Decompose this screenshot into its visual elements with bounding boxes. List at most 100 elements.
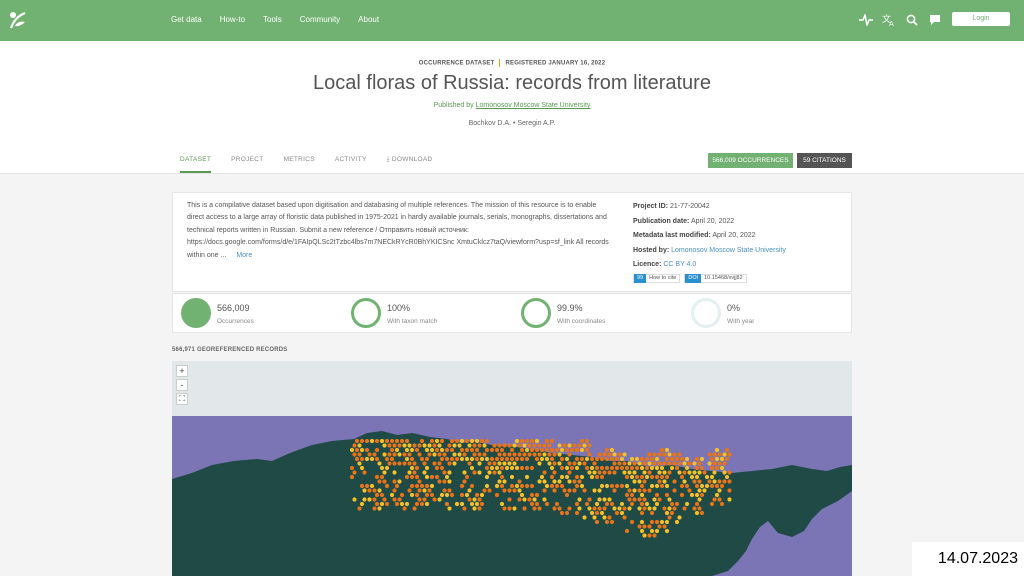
hexbin-cell — [592, 506, 597, 511]
hexbin-cell — [632, 488, 637, 493]
doi-link[interactable]: DOI 10.15468/xvjj82 — [684, 273, 747, 283]
translate-icon[interactable]: 文A — [881, 12, 897, 28]
hexbin-cell — [484, 483, 490, 489]
stat-value: 566,009 — [217, 303, 250, 313]
publisher-link[interactable]: Lomonosov Moscow State University — [476, 102, 591, 109]
hexbin-cell — [359, 447, 365, 453]
hexbin-cell — [549, 456, 555, 462]
hexbin-cell — [632, 470, 637, 475]
hexbin-cell — [394, 447, 400, 453]
hexbin-cell — [499, 447, 505, 453]
hexbin-cell — [417, 479, 422, 484]
hexbin-cell — [587, 470, 592, 475]
hexbin-cell — [657, 497, 662, 502]
hexbin-cell — [654, 474, 660, 480]
hexbin-cell — [404, 438, 410, 444]
hexbin-cell — [529, 492, 535, 498]
hexbin-cell — [624, 465, 630, 471]
hexbin-cell — [502, 443, 507, 448]
nav-link-about[interactable]: About — [358, 15, 379, 24]
hexbin-cell — [587, 443, 592, 448]
hexbin-cell — [664, 474, 670, 480]
tab-project[interactable]: PROJECT — [231, 156, 263, 173]
hexbin-cell — [374, 438, 380, 444]
how-to-cite-button[interactable]: 99 How to cite — [633, 273, 681, 283]
hexbin-cell — [524, 456, 530, 462]
tab-metrics[interactable]: METRICS — [284, 156, 315, 173]
hexbin-cell — [399, 492, 405, 498]
hexbin-cell — [512, 506, 517, 511]
hexbin-cell — [462, 470, 467, 475]
hexbin-cell — [454, 438, 460, 444]
hexbin-cell — [637, 497, 642, 502]
hexbin-cell — [612, 470, 617, 475]
hexbin-cell — [447, 470, 452, 475]
hosted-by-link[interactable]: Lomonosov Moscow State University — [671, 247, 786, 254]
chat-icon[interactable] — [927, 12, 943, 28]
hexbin-cell — [704, 483, 710, 489]
hexbin-cell — [567, 470, 572, 475]
hexbin-cell — [572, 443, 577, 448]
hexbin-cell — [527, 452, 532, 457]
tab-dataset[interactable]: DATASET — [180, 156, 212, 173]
nav-link-get-data[interactable]: Get data — [171, 15, 202, 24]
hexbin-cell — [474, 438, 480, 444]
hexbin-cell — [372, 506, 377, 511]
page-title: Local floras of Russia: records from lit… — [313, 72, 711, 94]
gbif-logo[interactable] — [8, 8, 28, 32]
nav-link-tools[interactable]: Tools — [263, 15, 282, 24]
hexbin-cell — [597, 506, 602, 511]
hexbin-cell — [664, 483, 670, 489]
hexbin-cell — [377, 461, 382, 466]
zoom-out-button[interactable]: - — [176, 379, 188, 391]
hexbin-cell — [712, 452, 717, 457]
zoom-in-button[interactable]: + — [176, 365, 188, 377]
fullscreen-button[interactable]: ⛶ — [176, 393, 188, 405]
hexbin-cell — [567, 506, 572, 511]
hexbin-cell — [677, 470, 682, 475]
hexbin-cell — [409, 492, 415, 498]
nav-link-how-to[interactable]: How-to — [220, 15, 245, 24]
hexbin-cell — [627, 470, 632, 475]
licence-label: Licence: — [633, 261, 662, 268]
hexbin-cell — [429, 483, 435, 489]
hexbin-cell — [727, 497, 732, 502]
nav-link-community[interactable]: Community — [300, 15, 340, 24]
hexbin-cell — [399, 501, 405, 507]
hexbin-cell — [412, 461, 417, 466]
hexbin-cell — [557, 506, 562, 511]
hexbin-cell — [612, 488, 617, 493]
hexbin-cell — [584, 456, 590, 462]
hexbin-cell — [357, 452, 362, 457]
hexbin-cell — [419, 456, 425, 462]
search-icon[interactable] — [904, 12, 920, 28]
occurrences-badge[interactable]: 566,009 OCCURRENCES — [708, 153, 793, 168]
login-button[interactable]: Login — [952, 12, 1010, 26]
tab-download[interactable]: ⤓ DOWNLOAD — [387, 156, 433, 173]
hexbin-cell — [449, 438, 455, 444]
tab-activity[interactable]: ACTIVITY — [335, 156, 367, 173]
map-canvas[interactable] — [172, 361, 852, 576]
hexbin-cell — [697, 470, 702, 475]
hexbin-cell — [727, 470, 732, 475]
hexbin-cell — [649, 510, 655, 516]
hexbin-cell — [519, 492, 525, 498]
hexbin-cell — [594, 510, 600, 516]
hexbin-cell — [622, 461, 627, 466]
more-link[interactable]: More — [236, 252, 252, 259]
licence-link[interactable]: CC BY 4.0 — [663, 261, 696, 268]
hexbin-cell — [524, 483, 530, 489]
hexbin-cell — [427, 452, 432, 457]
hexbin-cell — [402, 452, 407, 457]
hexbin-cell — [674, 465, 680, 471]
hexbin-cell — [382, 452, 387, 457]
hexbin-cell — [499, 483, 505, 489]
hexbin-cell — [519, 438, 525, 444]
hexbin-cell — [582, 515, 587, 520]
occurrence-map[interactable]: + - ⛶ — [172, 361, 852, 576]
hexbin-cell — [397, 497, 402, 502]
activity-icon[interactable] — [858, 12, 874, 28]
hexbin-cell — [604, 483, 610, 489]
citations-badge[interactable]: 59 CITATIONS — [797, 153, 852, 168]
hexbin-cell — [354, 456, 360, 462]
